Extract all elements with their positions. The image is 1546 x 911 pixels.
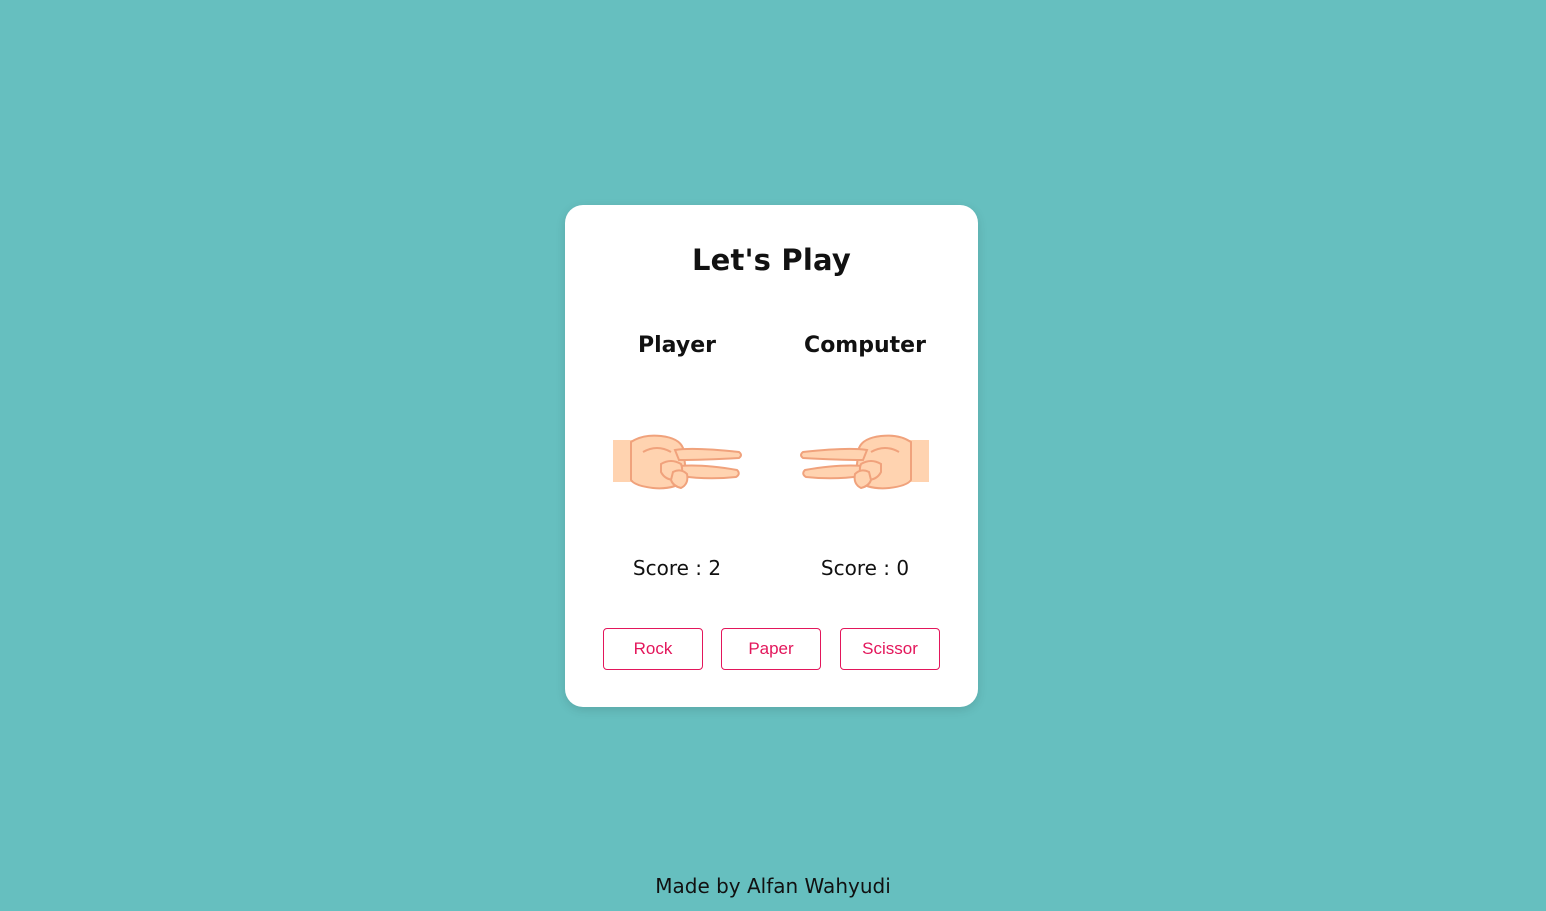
paper-button[interactable]: Paper: [721, 628, 821, 670]
game-card: Let's Play Player Computer Score: 2 Sco…: [565, 205, 978, 707]
footer-credit: Made by Alfan Wahyudi: [655, 874, 891, 898]
scissor-button[interactable]: Scissor: [840, 628, 940, 670]
computer-label: Computer: [804, 333, 926, 358]
computer-scissors-hand-icon: [800, 434, 929, 490]
page: Let's Play Player Computer Score: 2 Sco…: [0, 0, 1546, 911]
player-scissors-hand-icon: [613, 434, 742, 490]
player-score: Score : 2: [632, 556, 722, 580]
player-label: Player: [638, 333, 716, 358]
rock-button[interactable]: Rock: [603, 628, 703, 670]
game-title: Let's Play: [691, 243, 852, 277]
computer-score: Score : 0: [820, 556, 910, 580]
